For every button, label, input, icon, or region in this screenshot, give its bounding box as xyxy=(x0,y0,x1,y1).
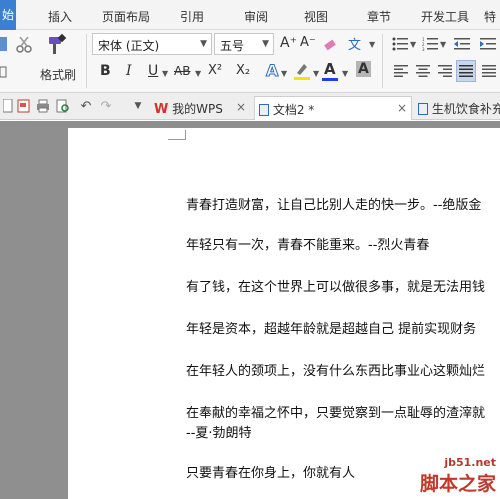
chevron-down-icon: ▼ xyxy=(262,39,269,49)
watermark: jb51.net 脚本之家 xyxy=(420,456,496,496)
tab-health-food[interactable]: 生机饮食补充 xyxy=(414,96,500,120)
cut-icon[interactable] xyxy=(14,34,34,54)
document-line[interactable]: 在年轻人的颈项上，没有什么东西比事业心这颗灿烂 xyxy=(186,362,485,381)
subscript-button[interactable]: X₂ xyxy=(236,63,250,78)
document-line[interactable]: --夏·勃朗特 xyxy=(186,424,252,443)
tab-document2[interactable]: 文档2 * × xyxy=(254,96,412,120)
superscript-button[interactable]: X² xyxy=(208,63,222,78)
menu-tab-view[interactable]: 视图 xyxy=(304,8,328,25)
paste-icon[interactable] xyxy=(0,34,8,54)
menu-tab-insert[interactable]: 插入 xyxy=(48,8,72,25)
close-icon[interactable]: × xyxy=(397,101,407,115)
chevron-down-icon[interactable]: ▼ xyxy=(162,69,168,78)
font-size-select[interactable]: 五号 ▼ xyxy=(214,33,274,55)
page-icon[interactable] xyxy=(0,98,16,114)
document-page[interactable]: 青春打造财富，让自己比别人走的快一步。--绝版金 年轻只有一次，青春不能重来。-… xyxy=(68,128,500,499)
font-name-select[interactable]: 宋体 (正文) ▼ xyxy=(92,33,212,55)
shrink-font-button[interactable]: A⁻ xyxy=(300,35,316,50)
numbered-list-icon[interactable]: 123 xyxy=(420,34,440,54)
redo-icon[interactable]: ↷ xyxy=(98,98,114,114)
underline-button[interactable]: U xyxy=(148,63,158,79)
align-center-icon[interactable] xyxy=(414,62,432,80)
menu-tab-page-layout[interactable]: 页面布局 xyxy=(102,8,150,25)
wps-logo-icon: W xyxy=(154,102,169,117)
document-line[interactable]: 年轻是资本，超越年龄就是超越自己 提前实现财务 xyxy=(186,320,476,339)
font-color-button[interactable]: A xyxy=(324,60,336,78)
tab-my-wps[interactable]: W 我的WPS × xyxy=(152,96,252,120)
menu-tab-home[interactable]: 始 xyxy=(0,0,17,30)
document-line[interactable]: 在奉献的幸福之怀中，只要觉察到一点耻辱的渣滓就 xyxy=(186,404,485,423)
document-line[interactable]: 青春打造财富，让自己比别人走的快一步。--绝版金 xyxy=(186,196,481,215)
svg-text:3: 3 xyxy=(422,47,425,51)
print-icon[interactable] xyxy=(35,98,51,114)
document-workspace: 青春打造财富，让自己比别人走的快一步。--绝版金 年轻只有一次，青春不能重来。-… xyxy=(0,121,500,499)
grow-font-button[interactable]: A⁺ xyxy=(280,35,297,51)
chevron-down-icon[interactable]: ▼ xyxy=(130,98,146,114)
ribbon-toolbar: 格式刷 宋体 (正文) ▼ 五号 ▼ A⁺ A⁻ 文 ▼ B I U ▼ AB … xyxy=(0,30,500,93)
menu-bar: 始 插入 页面布局 引用 审阅 视图 章节 开发工具 特 xyxy=(0,0,500,30)
increase-indent-icon[interactable] xyxy=(478,34,498,54)
distribute-icon[interactable] xyxy=(480,62,498,80)
document-line[interactable]: 年轻只有一次，青春不能重来。--烈火青春 xyxy=(186,236,429,255)
menu-tab-developer[interactable]: 开发工具 xyxy=(421,8,469,25)
align-right-icon[interactable] xyxy=(436,62,454,80)
print-preview-icon[interactable] xyxy=(55,98,71,114)
chevron-down-icon[interactable]: ▼ xyxy=(281,69,287,78)
margin-corner-mark xyxy=(168,130,186,140)
undo-icon[interactable]: ↶ xyxy=(78,98,94,114)
document-icon xyxy=(259,104,269,116)
document-line[interactable]: 只要青春在你身上，你就有人 xyxy=(186,464,355,483)
chevron-down-icon[interactable]: ▼ xyxy=(410,40,416,49)
watermark-site: jb51.net xyxy=(444,456,496,469)
justify-icon[interactable] xyxy=(456,60,476,82)
font-name-value: 宋体 (正文) xyxy=(98,39,160,53)
decrease-indent-icon[interactable] xyxy=(452,34,472,54)
document-line[interactable]: 有了钱，在这个世界上可以做很多事，就是无法用钱 xyxy=(186,278,485,297)
italic-button[interactable]: I xyxy=(126,63,132,79)
tab-label: 生机饮食补充 xyxy=(431,102,500,116)
menu-tab-review[interactable]: 审阅 xyxy=(244,8,268,25)
bullet-list-icon[interactable] xyxy=(390,34,410,54)
char-shading-button[interactable]: A xyxy=(356,61,371,77)
ribbon-divider xyxy=(86,34,87,88)
export-pdf-icon[interactable] xyxy=(16,98,32,114)
chevron-down-icon: ▼ xyxy=(200,39,207,49)
chevron-down-icon[interactable]: ▼ xyxy=(369,40,375,49)
phonetic-guide-button[interactable]: 文 xyxy=(348,34,361,53)
strikethrough-button[interactable]: AB xyxy=(174,64,190,78)
clear-format-icon[interactable] xyxy=(320,34,340,54)
tab-label: 我的WPS xyxy=(172,102,223,116)
chevron-down-icon[interactable]: ▼ xyxy=(342,69,348,78)
chevron-down-icon[interactable]: ▼ xyxy=(313,69,319,78)
watermark-brand: 脚本之家 xyxy=(419,473,496,495)
format-painter-icon[interactable] xyxy=(44,32,70,58)
document-icon xyxy=(418,103,428,115)
bold-button[interactable]: B xyxy=(100,63,111,79)
font-size-value: 五号 xyxy=(220,39,245,53)
chevron-down-icon[interactable]: ▼ xyxy=(440,40,446,49)
highlight-icon[interactable] xyxy=(292,60,312,82)
menu-tab-special[interactable]: 特 xyxy=(484,8,496,25)
copy-icon[interactable] xyxy=(0,64,8,80)
close-icon[interactable]: × xyxy=(236,100,246,114)
menu-tab-chapter[interactable]: 章节 xyxy=(367,8,391,25)
font-color-bar xyxy=(322,78,338,81)
format-painter-label[interactable]: 格式刷 xyxy=(40,66,76,83)
align-left-icon[interactable] xyxy=(392,62,410,80)
ribbon-divider xyxy=(382,34,383,88)
text-effect-button[interactable]: A xyxy=(265,61,278,81)
document-tab-strip: ↶ ↷ ▼ W 我的WPS × 文档2 * × 生机饮食补充 xyxy=(0,93,500,120)
chevron-down-icon[interactable]: ▼ xyxy=(195,69,201,78)
tab-label: 文档2 * xyxy=(272,103,315,117)
menu-tab-references[interactable]: 引用 xyxy=(180,8,204,25)
